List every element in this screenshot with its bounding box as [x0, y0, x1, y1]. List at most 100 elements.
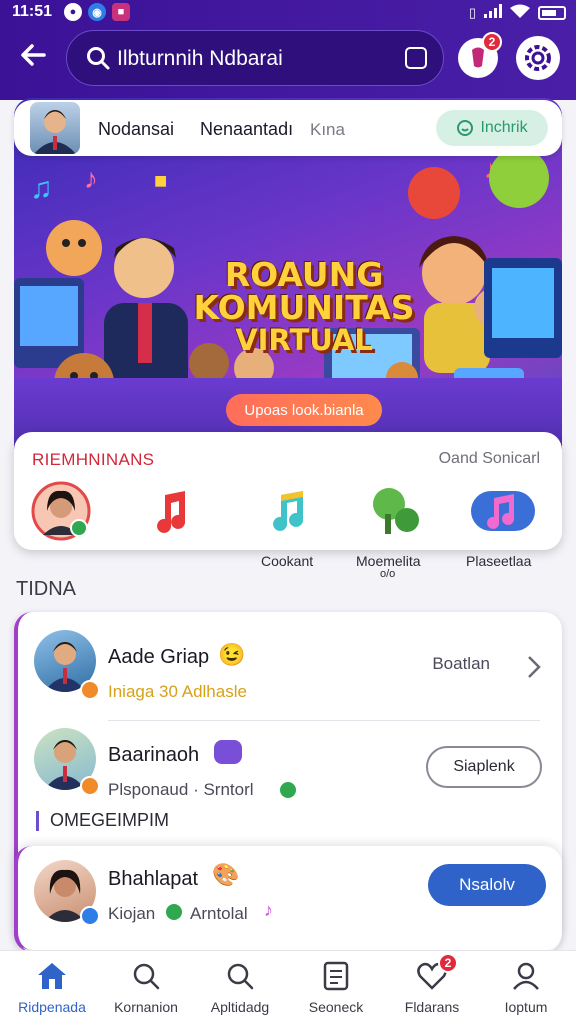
section-title: TIDNA — [16, 578, 76, 600]
app-notification-icon: ● — [64, 3, 82, 21]
nav-profile[interactable]: Ioptum — [478, 959, 574, 1021]
rec-item-music-red[interactable] — [144, 480, 206, 542]
nav-label: Apltidadg — [210, 999, 270, 1015]
music-note-red-icon — [157, 491, 186, 533]
friend-name: Bhahlapat — [108, 868, 199, 890]
profile-name: Nodansai — [98, 119, 175, 139]
status-badge — [80, 680, 100, 700]
profile-icon — [508, 959, 544, 993]
gear-icon — [525, 45, 551, 71]
music-note-icon: ♪ — [264, 900, 273, 920]
rec-item-tree[interactable] — [364, 480, 426, 542]
nav-home[interactable]: Ridpenada — [4, 959, 100, 1021]
search-icon — [128, 959, 164, 993]
friend-status: Plsponaud · Srntorl — [108, 780, 254, 799]
list-item[interactable]: Baarinaoh Plsponaud · Srntorl Siaplenk — [18, 720, 562, 816]
app-notification-icon: ■ — [112, 3, 130, 21]
status-bar: 11:51 ● ◉ ■ ▯ — [0, 0, 576, 26]
profile-card[interactable]: Nodansai Nenaantadı Kına Inchrik — [14, 100, 562, 156]
chevron-right-icon[interactable] — [526, 654, 542, 680]
friend-card-highlight[interactable]: Bhahlapat 🎨 Kiojan Arntolal ♪ Nsalolv — [14, 846, 562, 950]
banner-headline: ROAUNG KOMUNITAS VIRTUAL — [184, 258, 424, 355]
notification-badge: 2 — [482, 32, 502, 52]
friend-action-button[interactable]: Siaplenk — [426, 746, 542, 788]
subsection-title: OMEGEIMPIM — [36, 810, 169, 831]
status-badge — [80, 776, 100, 796]
wifi-icon — [510, 4, 530, 21]
friend-action-link[interactable]: Boatlan — [432, 654, 490, 674]
online-check-icon — [280, 782, 296, 798]
svg-text:♪: ♪ — [84, 163, 98, 194]
signal-icon — [484, 4, 502, 21]
nav-label: Ioptum — [504, 999, 548, 1015]
friend-action-label: Siaplenk — [453, 758, 515, 775]
vibrate-icon: ▯ — [468, 4, 476, 20]
rec-item-user-avatar[interactable] — [30, 480, 92, 542]
rec-label: Moemelita — [356, 553, 421, 569]
friend-name: Aade Griap — [108, 646, 210, 668]
friend-status: Kiojan — [108, 904, 156, 923]
rec-label: Cookant — [261, 553, 314, 569]
favorites-badge: 2 — [438, 953, 458, 973]
search-input[interactable]: Ilbturnnih Ndbarai — [66, 30, 444, 86]
top-header: 11:51 ● ◉ ■ ▯ Ilbturnnih Ndbarai 2 — [0, 0, 576, 100]
rec-item-music-teal[interactable] — [258, 480, 320, 542]
document-icon — [318, 959, 354, 993]
status-badge — [80, 906, 100, 926]
search-icon — [222, 959, 258, 993]
friend-name: Baarinaoh — [108, 744, 200, 766]
heart-icon: 2 — [414, 953, 458, 993]
recommendations-see-all-link[interactable]: Oand Sonicarl — [439, 450, 540, 468]
profile-name-secondary: Nenaantadı — [200, 119, 294, 139]
banner-title-line2: KOMUNITAS — [193, 288, 415, 327]
svg-text:♫: ♫ — [30, 172, 53, 205]
search-icon — [85, 45, 111, 71]
check-in-label: Inchrik — [480, 119, 528, 136]
music-note-purple-icon — [471, 491, 535, 531]
emoji-icon: 😉 — [218, 642, 246, 667]
friend-status: Iniaga 30 Adlhasle — [108, 682, 247, 701]
banner-title-line3: VIRTUAL — [235, 323, 373, 357]
recommendations-card: RIEMHNINANS Oand Sonicarl — [14, 432, 562, 550]
app-notification-icon: ◉ — [88, 3, 106, 21]
back-arrow-icon[interactable] — [18, 40, 54, 76]
banner-title-line1: ROAUNG — [224, 255, 384, 294]
nav-document[interactable]: Seoneck — [288, 959, 384, 1021]
recommendations-title: RIEMHNINANS — [32, 450, 155, 469]
scan-icon[interactable] — [405, 47, 427, 69]
nav-explore[interactable]: Apltidadg — [192, 959, 288, 1021]
profile-subtitle: Kına — [310, 120, 345, 139]
friend-primary-label: Nsalolv — [459, 875, 515, 894]
svg-text:■: ■ — [154, 168, 167, 193]
tree-icon — [373, 488, 419, 534]
bottom-navigation: Ridpenada Kornanion Apltidadg Seoneck 2 … — [0, 950, 576, 1024]
nav-label: Fldarans — [404, 999, 460, 1015]
home-icon — [34, 959, 70, 993]
nav-label: Ridpenada — [18, 999, 86, 1015]
nav-community[interactable]: Kornanion — [98, 959, 194, 1021]
friend-status-secondary: Arntolal — [190, 904, 248, 923]
settings-button[interactable] — [516, 36, 560, 80]
clock-icon — [457, 120, 474, 136]
rec-label-extra: o/o — [380, 568, 396, 580]
friend-primary-button[interactable]: Nsalolv — [428, 864, 546, 906]
list-item[interactable]: Aade Griap 😉 Iniaga 30 Adlhasle Boatlan — [18, 622, 562, 721]
rec-item-music-purple[interactable] — [470, 480, 536, 542]
avatar[interactable] — [30, 102, 80, 154]
nav-label: Kornanion — [114, 999, 178, 1015]
online-check-icon — [166, 904, 182, 920]
battery-icon — [538, 5, 566, 20]
nav-label: Seoneck — [308, 999, 364, 1015]
status-time: 11:51 — [12, 3, 53, 20]
search-query: Ilbturnnih Ndbarai — [117, 47, 283, 70]
status-app-icons: ● ◉ ■ — [64, 3, 130, 21]
status-system-icons: ▯ — [469, 4, 566, 21]
nav-favorites[interactable]: 2 Fldarans — [384, 953, 480, 1021]
music-note-teal-icon — [273, 491, 304, 531]
check-in-button[interactable]: Inchrik — [436, 110, 548, 146]
notification-button[interactable]: 2 — [458, 32, 502, 78]
music-basket-icon: 🎨 — [212, 862, 240, 887]
banner-link-button[interactable]: Upoas look.bianla — [226, 394, 382, 426]
game-icon — [214, 740, 242, 764]
user-avatar-icon — [31, 481, 91, 541]
